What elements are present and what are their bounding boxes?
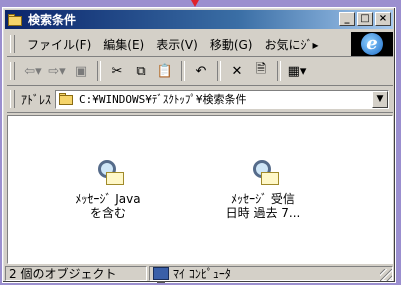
standard-toolbar: ⇦▾ ⇨▾ ▣ ✂ ⧉ 📋 ↶ ✕ 🗎 ▦▾ bbox=[7, 57, 393, 86]
file-label-line2: 日時 過去 7... bbox=[225, 206, 301, 220]
properties-button[interactable]: 🗎 bbox=[251, 60, 271, 82]
menu-favorites[interactable]: お気にｼﾞ▸ bbox=[258, 36, 324, 53]
toolbar-separator bbox=[97, 61, 101, 81]
views-button[interactable]: ▦▾ bbox=[287, 60, 307, 82]
address-grip[interactable] bbox=[10, 90, 15, 108]
address-input[interactable]: C:¥WINDOWS¥ﾃﾞｽｸﾄｯﾌﾟ¥検索条件 ▼ bbox=[55, 89, 389, 109]
window-title: 検索条件 bbox=[28, 13, 77, 27]
paste-button[interactable]: 📋 bbox=[155, 60, 175, 82]
file-label-line1: ﾒｯｾｰｼﾞ Java bbox=[75, 192, 141, 206]
resize-grip[interactable] bbox=[380, 269, 392, 281]
toolbar-grip[interactable] bbox=[10, 62, 15, 80]
toolbar-separator bbox=[277, 61, 281, 81]
close-button[interactable]: × bbox=[375, 12, 391, 26]
saved-search-icon bbox=[92, 156, 124, 188]
file-label-line2: を含む bbox=[89, 206, 126, 220]
delete-button[interactable]: ✕ bbox=[227, 60, 247, 82]
status-location: ﾏｲ ｺﾝﾋﾟｭｰﾀ bbox=[149, 266, 393, 283]
status-count-text: 2 個のオブジェクト bbox=[9, 267, 117, 281]
undo-button[interactable]: ↶ bbox=[191, 60, 211, 82]
up-folder-button[interactable]: ▣ bbox=[71, 60, 91, 82]
my-computer-icon bbox=[153, 267, 169, 283]
ie-logo-throbber: e bbox=[351, 32, 393, 56]
forward-button[interactable]: ⇨▾ bbox=[47, 60, 67, 82]
menu-edit[interactable]: 編集(E) bbox=[97, 36, 150, 53]
copy-button[interactable]: ⧉ bbox=[131, 60, 151, 82]
address-dropdown-button[interactable]: ▼ bbox=[372, 90, 388, 108]
toolbar-separator bbox=[217, 61, 221, 81]
file-item-received[interactable]: ﾒｯｾｰｼﾞ 受信 日時 過去 7... bbox=[208, 156, 318, 220]
toolbar-separator bbox=[181, 61, 185, 81]
explorer-window: 検索条件 _ □ × ファイル(F) 編集(E) 表示(V) 移動(G) お気に… bbox=[2, 7, 396, 283]
address-path: C:¥WINDOWS¥ﾃﾞｽｸﾄｯﾌﾟ¥検索条件 bbox=[79, 93, 247, 106]
menu-bar: ファイル(F) 編集(E) 表示(V) 移動(G) お気にｼﾞ▸ e bbox=[7, 32, 393, 57]
address-bar: ｱﾄﾞﾚｽ C:¥WINDOWS¥ﾃﾞｽｸﾄｯﾌﾟ¥検索条件 ▼ bbox=[7, 86, 393, 113]
file-label-line1: ﾒｯｾｰｼﾞ 受信 bbox=[231, 192, 295, 206]
file-list-view[interactable]: ﾒｯｾｰｼﾞ Java を含む ﾒｯｾｰｼﾞ 受信 日時 過去 7... bbox=[7, 115, 393, 264]
menu-file[interactable]: ファイル(F) bbox=[21, 36, 97, 53]
ie-logo-icon: e bbox=[361, 33, 383, 55]
title-bar[interactable]: 検索条件 _ □ × bbox=[5, 10, 393, 29]
folder-icon bbox=[59, 93, 75, 105]
folder-icon bbox=[8, 13, 24, 26]
file-item-java[interactable]: ﾒｯｾｰｼﾞ Java を含む bbox=[53, 156, 163, 220]
status-location-text: ﾏｲ ｺﾝﾋﾟｭｰﾀ bbox=[173, 267, 231, 281]
menu-go[interactable]: 移動(G) bbox=[204, 36, 259, 53]
status-bar: 2 個のオブジェクト ﾏｲ ｺﾝﾋﾟｭｰﾀ bbox=[5, 265, 393, 283]
status-object-count: 2 個のオブジェクト bbox=[5, 266, 147, 281]
menu-view[interactable]: 表示(V) bbox=[150, 36, 204, 53]
cut-button[interactable]: ✂ bbox=[107, 60, 127, 82]
menu-grip[interactable] bbox=[10, 35, 15, 53]
red-arrow-marker bbox=[191, 0, 199, 7]
address-label: ｱﾄﾞﾚｽ bbox=[21, 92, 52, 107]
saved-search-icon bbox=[247, 156, 279, 188]
minimize-button[interactable]: _ bbox=[339, 12, 355, 26]
back-button[interactable]: ⇦▾ bbox=[23, 60, 43, 82]
maximize-button[interactable]: □ bbox=[357, 12, 373, 26]
